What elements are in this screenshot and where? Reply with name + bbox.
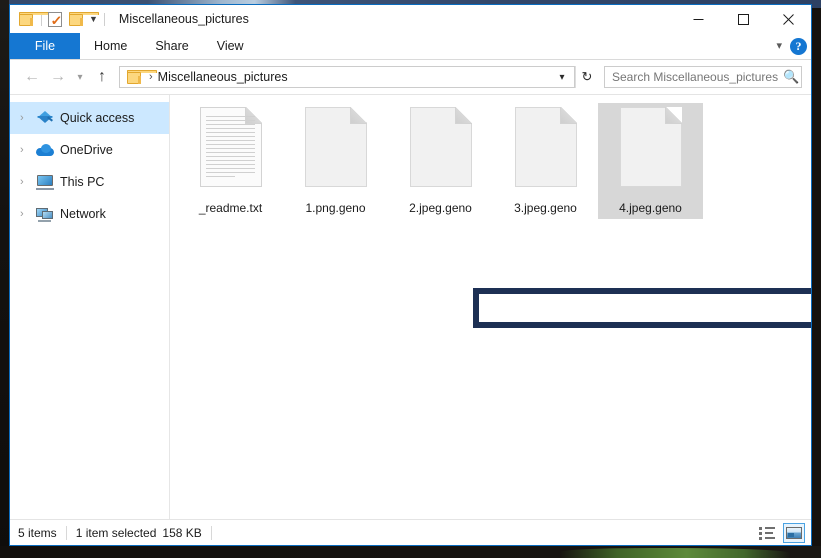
sidebar-item-network[interactable]: › Network xyxy=(10,198,169,230)
explorer-body: › Quick access › OneDrive › This PC › Ne… xyxy=(10,94,811,519)
desktop-left-shade xyxy=(0,0,9,558)
customize-chevron-icon[interactable]: ▼ xyxy=(89,14,98,24)
refresh-icon[interactable]: ↻ xyxy=(575,66,598,88)
blank-document-icon xyxy=(613,107,689,193)
folder-icon[interactable] xyxy=(19,12,49,26)
tab-file[interactable]: File xyxy=(10,33,80,59)
address-dropdown-chevron-icon[interactable]: ▾ xyxy=(552,72,572,83)
back-button[interactable]: ← xyxy=(19,65,45,89)
minimize-button[interactable] xyxy=(676,5,721,33)
sidebar-item-quick-access[interactable]: › Quick access xyxy=(10,102,169,134)
tab-home[interactable]: Home xyxy=(80,33,141,59)
forward-button[interactable]: → xyxy=(45,65,71,89)
file-grid: _readme.txt 1.png.geno 2.jpeg.geno 3.jpe… xyxy=(170,95,811,219)
search-box[interactable]: Search Miscellaneous_pictures 🔍 xyxy=(604,66,802,88)
expander-chevron-icon[interactable]: › xyxy=(20,112,36,124)
list-item-selected[interactable]: 4.jpeg.geno xyxy=(598,103,703,219)
network-icon xyxy=(36,207,60,222)
blank-document-icon xyxy=(298,107,374,193)
computer-icon xyxy=(36,174,60,190)
view-mode-buttons xyxy=(756,520,805,545)
navigation-pane: › Quick access › OneDrive › This PC › Ne… xyxy=(10,95,170,519)
breadcrumb-path: Miscellaneous_pictures xyxy=(157,70,288,84)
sidebar-item-label: Quick access xyxy=(60,111,135,125)
qat-divider-2 xyxy=(103,12,105,26)
address-field[interactable]: › Miscellaneous_pictures ▾ xyxy=(119,66,575,88)
window-title: Miscellaneous_pictures xyxy=(118,12,249,26)
up-button[interactable]: ↑ xyxy=(89,65,115,89)
status-bar: 5 items 1 item selected 158 KB xyxy=(10,519,811,545)
list-item[interactable]: _readme.txt xyxy=(178,103,283,219)
tab-view[interactable]: View xyxy=(203,33,258,59)
maximize-button[interactable] xyxy=(721,5,766,33)
recent-locations-chevron-icon[interactable]: ▾ xyxy=(71,65,89,89)
text-document-icon xyxy=(193,107,269,193)
file-name: 2.jpeg.geno xyxy=(409,201,472,215)
cloud-icon xyxy=(36,144,60,156)
chevron-down-icon[interactable]: ▾ xyxy=(776,40,782,52)
details-view-button[interactable] xyxy=(756,523,778,543)
title-bar: ✓ ▼ Miscellaneous_pictures xyxy=(10,5,811,33)
file-name: 4.jpeg.geno xyxy=(619,201,682,215)
desktop-background: ✓ ▼ Miscellaneous_pictures File Home Sha… xyxy=(0,0,821,558)
breadcrumb-folder-icon xyxy=(127,70,157,84)
pin-star-icon xyxy=(36,110,60,126)
tab-share[interactable]: Share xyxy=(141,33,202,59)
address-bar: ← → ▾ ↑ › Miscellaneous_pictures ▾ ↻ Sea… xyxy=(10,60,811,94)
close-button[interactable] xyxy=(766,5,811,33)
file-name: 3.jpeg.geno xyxy=(514,201,577,215)
expander-chevron-icon[interactable]: › xyxy=(20,144,36,156)
list-item[interactable]: 2.jpeg.geno xyxy=(388,103,493,219)
status-divider-1 xyxy=(65,525,67,540)
large-icons-view-button[interactable] xyxy=(783,522,805,543)
sidebar-item-onedrive[interactable]: › OneDrive xyxy=(10,134,169,166)
sidebar-item-label: Network xyxy=(60,207,106,221)
search-icon[interactable]: 🔍 xyxy=(783,69,799,85)
ribbon-tab-bar: File Home Share View ▾ ? xyxy=(10,33,811,60)
item-count-label: 5 items xyxy=(18,525,57,540)
window-controls xyxy=(676,5,811,33)
list-item[interactable]: 1.png.geno xyxy=(283,103,388,219)
file-name: 1.png.geno xyxy=(305,201,366,215)
large-icons-view-icon xyxy=(786,526,802,539)
list-item[interactable]: 3.jpeg.geno xyxy=(493,103,598,219)
desktop-taskbar-strip xyxy=(0,546,821,558)
new-folder-icon[interactable] xyxy=(69,12,99,26)
help-icon[interactable]: ? xyxy=(790,37,807,55)
expander-chevron-icon[interactable]: › xyxy=(20,208,36,220)
expander-chevron-icon[interactable]: › xyxy=(20,176,36,188)
blank-document-icon xyxy=(403,107,479,193)
status-divider-2 xyxy=(210,525,212,540)
ribbon-right-controls: ▾ ? xyxy=(776,33,807,59)
file-name: _readme.txt xyxy=(198,201,263,215)
blank-document-icon xyxy=(508,107,584,193)
highlight-rectangle xyxy=(473,288,811,328)
selection-label: 1 item selected xyxy=(75,525,157,540)
sidebar-item-label: OneDrive xyxy=(60,143,113,157)
file-explorer-window: ✓ ▼ Miscellaneous_pictures File Home Sha… xyxy=(9,4,812,546)
sidebar-item-this-pc[interactable]: › This PC xyxy=(10,166,169,198)
properties-icon[interactable]: ✓ xyxy=(48,11,62,27)
search-input[interactable]: Search Miscellaneous_pictures xyxy=(612,70,783,84)
details-view-icon xyxy=(759,526,775,540)
selection-size-label: 158 KB xyxy=(162,525,202,540)
sidebar-item-label: This PC xyxy=(60,175,105,189)
file-list-view[interactable]: _readme.txt 1.png.geno 2.jpeg.geno 3.jpe… xyxy=(170,95,811,519)
desktop-wallpaper-accent xyxy=(560,548,790,558)
quick-access-toolbar: ✓ ▼ xyxy=(10,11,111,27)
